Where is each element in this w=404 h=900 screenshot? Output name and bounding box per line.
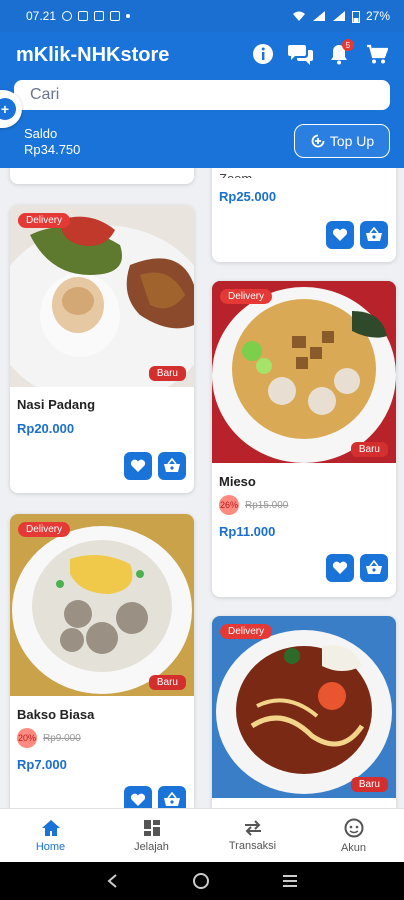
battery-percent: 27% (365, 9, 390, 23)
old-price: Rp15.000 (245, 499, 289, 511)
home-icon (41, 819, 60, 836)
heart-icon (130, 793, 146, 806)
favorite-button[interactable] (326, 221, 354, 249)
product-card-partial[interactable] (10, 168, 194, 184)
status-bar: 07.21 27% (0, 0, 404, 32)
swap-icon (244, 819, 261, 836)
bottom-navigation: Home Jelajah Transaksi Akun (0, 808, 404, 862)
product-card[interactable]: Delivery Baru Mieso 26% Rp15.000 Rp11.00… (212, 281, 396, 597)
nav-akun[interactable]: Akun (303, 809, 404, 862)
cart-icon (367, 44, 388, 64)
nav-label: Home (35, 840, 66, 853)
signal-icon (312, 11, 325, 21)
home-circle-icon[interactable] (192, 872, 210, 890)
product-price: Rp11.000 (219, 524, 276, 539)
product-image: Delivery Baru (10, 205, 194, 387)
discount-row: 26% Rp15.000 (219, 495, 288, 515)
product-price: Rp20.000 (17, 421, 75, 436)
nav-jelajah[interactable]: Jelajah (101, 809, 202, 862)
product-name: Zoom (219, 168, 252, 178)
notification-icon-3 (110, 11, 121, 21)
favorite-button[interactable] (124, 452, 152, 480)
topup-icon (311, 134, 325, 148)
saldo-info: Saldo Rp34.750 (24, 126, 80, 158)
basket-icon (164, 458, 180, 472)
saldo-label: Saldo (24, 126, 58, 141)
add-to-basket-button[interactable] (158, 452, 186, 480)
basket-icon (164, 792, 180, 806)
product-name: Mieso (219, 474, 256, 489)
product-card[interactable]: Delivery Baru (212, 616, 396, 808)
status-time: 07.21 (26, 9, 57, 23)
nav-label: Akun (340, 841, 367, 854)
system-navigation-bar (0, 862, 404, 900)
recents-icon[interactable] (282, 874, 298, 888)
app-header: mKlik-NHKstore 5 Saldo Rp34.750 Top Up (0, 32, 404, 168)
product-name: Nasi Padang (17, 397, 96, 412)
favorite-button[interactable] (326, 554, 354, 582)
notification-icon-2 (94, 11, 105, 21)
add-to-basket-button[interactable] (360, 221, 388, 249)
product-card[interactable]: Zoom Rp25.000 (212, 168, 396, 262)
new-tag: Baru (350, 777, 388, 792)
delivery-tag: Delivery (220, 289, 273, 304)
add-to-basket-button[interactable] (158, 786, 186, 808)
heart-icon (332, 561, 348, 574)
add-to-basket-button[interactable] (360, 554, 388, 582)
heart-icon (130, 459, 146, 472)
product-price: Rp25.000 (219, 189, 277, 204)
info-button[interactable] (250, 41, 276, 67)
new-tag: Baru (148, 366, 186, 381)
more-dot-icon (126, 14, 131, 18)
new-tag: Baru (148, 675, 186, 690)
topup-label: Top Up (329, 133, 375, 149)
search-input[interactable] (30, 86, 390, 104)
favorite-button[interactable] (124, 786, 152, 808)
plus-icon: + (0, 98, 16, 120)
nav-home[interactable]: Home (0, 809, 101, 862)
notification-button[interactable]: 5 (326, 39, 354, 67)
account-face-icon (344, 818, 363, 837)
cart-button[interactable] (364, 41, 390, 67)
signal-icon-2 (332, 11, 345, 21)
notification-icon (78, 11, 89, 21)
nav-label: Jelajah (134, 840, 169, 853)
whatsapp-icon (62, 11, 73, 21)
delivery-tag: Delivery (18, 522, 71, 537)
dashboard-icon (143, 819, 160, 836)
product-image: Delivery Baru (10, 514, 194, 696)
chat-icon (288, 45, 313, 65)
nav-label: Transaksi (228, 839, 277, 852)
notification-badge: 5 (342, 39, 354, 51)
discount-percent: 20% (17, 728, 37, 748)
battery-icon (351, 10, 360, 23)
chat-button[interactable] (288, 41, 314, 67)
discount-percent: 26% (219, 495, 239, 515)
saldo-value: Rp34.750 (24, 142, 81, 157)
delivery-tag: Delivery (18, 213, 71, 228)
nav-transaksi[interactable]: Transaksi (202, 809, 303, 862)
basket-icon (366, 560, 382, 574)
product-name: Bakso Biasa (17, 707, 95, 722)
search-box[interactable] (14, 80, 390, 110)
new-tag: Baru (350, 442, 388, 457)
delivery-tag: Delivery (220, 624, 273, 639)
topup-button[interactable]: Top Up (294, 124, 390, 158)
product-card[interactable]: Delivery Baru Nasi Padang Rp20.000 (10, 205, 194, 493)
discount-row: 20% Rp9.000 (17, 728, 81, 748)
product-grid: Zoom Rp25.000 Delivery Baru Nasi Padang … (0, 168, 404, 808)
product-price: Rp7.000 (17, 757, 67, 772)
old-price: Rp9.000 (43, 732, 81, 744)
product-image: Delivery Baru (212, 281, 396, 463)
product-image: Delivery Baru (212, 616, 396, 798)
product-card[interactable]: Delivery Baru Bakso Biasa 20% Rp9.000 Rp… (10, 514, 194, 808)
info-icon (253, 44, 273, 64)
wifi-icon (292, 11, 305, 21)
heart-icon (332, 228, 348, 241)
basket-icon (366, 227, 382, 241)
back-icon[interactable] (106, 873, 120, 889)
app-title: mKlik-NHKstore (16, 44, 170, 66)
